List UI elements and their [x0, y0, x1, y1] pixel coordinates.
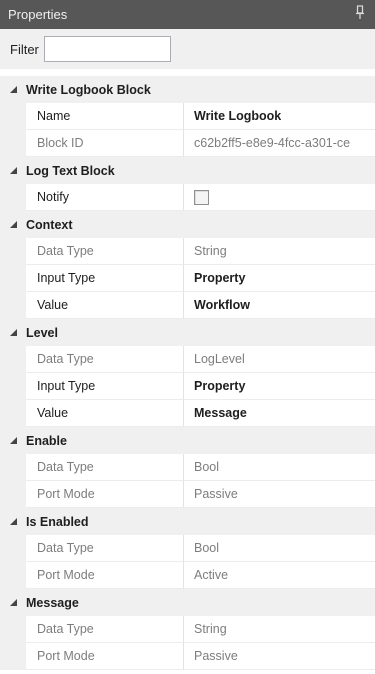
property-row[interactable]: Data Type String: [0, 616, 375, 643]
collapse-triangle-icon[interactable]: [0, 329, 26, 336]
property-name: Port Mode: [26, 562, 184, 589]
property-value[interactable]: Write Logbook: [184, 103, 375, 130]
row-gutter: [0, 238, 26, 265]
property-row[interactable]: Data Type LogLevel: [0, 346, 375, 373]
collapse-triangle-icon[interactable]: [0, 86, 26, 93]
property-value: [184, 184, 375, 211]
row-gutter: [0, 130, 26, 157]
property-name: Data Type: [26, 346, 184, 373]
property-row[interactable]: Value Message: [0, 400, 375, 427]
property-name: Input Type: [26, 373, 184, 400]
category-title: Level: [26, 325, 58, 340]
category-header[interactable]: Is Enabled: [0, 508, 375, 535]
row-gutter: [0, 184, 26, 211]
row-gutter: [0, 643, 26, 670]
property-name: Port Mode: [26, 643, 184, 670]
property-name: Notify: [26, 184, 184, 211]
property-name: Data Type: [26, 616, 184, 643]
category-title: Is Enabled: [26, 514, 89, 529]
property-value: String: [184, 616, 375, 643]
property-value: Passive: [184, 643, 375, 670]
property-value: LogLevel: [184, 346, 375, 373]
property-name: Port Mode: [26, 481, 184, 508]
property-name: Value: [26, 400, 184, 427]
property-name: Data Type: [26, 535, 184, 562]
property-value: String: [184, 238, 375, 265]
row-gutter: [0, 292, 26, 319]
property-value[interactable]: Workflow: [184, 292, 375, 319]
category-header[interactable]: Enable: [0, 427, 375, 454]
property-value[interactable]: Property: [184, 265, 375, 292]
row-gutter: [0, 373, 26, 400]
property-name: Value: [26, 292, 184, 319]
category-title: Enable: [26, 433, 67, 448]
property-row[interactable]: Name Write Logbook: [0, 103, 375, 130]
row-gutter: [0, 400, 26, 427]
collapse-triangle-icon[interactable]: [0, 221, 26, 228]
row-gutter: [0, 481, 26, 508]
row-gutter: [0, 103, 26, 130]
property-row[interactable]: Data Type Bool: [0, 535, 375, 562]
property-name: Block ID: [26, 130, 184, 157]
pin-icon[interactable]: [355, 5, 365, 21]
property-row[interactable]: Value Workflow: [0, 292, 375, 319]
filter-input[interactable]: [43, 36, 171, 62]
property-name: Data Type: [26, 454, 184, 481]
filter-label: Filter: [10, 41, 39, 57]
property-row[interactable]: Port Mode Passive: [0, 643, 375, 670]
collapse-triangle-icon[interactable]: [0, 599, 26, 606]
row-gutter: [0, 535, 26, 562]
collapse-triangle-icon[interactable]: [0, 167, 26, 174]
property-value: Passive: [184, 481, 375, 508]
property-row[interactable]: Notify: [0, 184, 375, 211]
property-row[interactable]: Data Type String: [0, 238, 375, 265]
category-header[interactable]: Level: [0, 319, 375, 346]
property-value: Bool: [184, 535, 375, 562]
property-row[interactable]: Data Type Bool: [0, 454, 375, 481]
collapse-triangle-icon[interactable]: [0, 518, 26, 525]
category-header[interactable]: Log Text Block: [0, 157, 375, 184]
property-row[interactable]: Input Type Property: [0, 265, 375, 292]
property-grid: Write Logbook Block Name Write Logbook Bloc…: [0, 76, 375, 670]
row-gutter: [0, 454, 26, 481]
property-row[interactable]: Block ID c62b2ff5-e8e9-4fcc-a301-ce: [0, 130, 375, 157]
panel-title: Properties: [8, 7, 68, 22]
row-gutter: [0, 265, 26, 292]
notify-checkbox[interactable]: [194, 189, 209, 205]
category-title: Message: [26, 595, 79, 610]
category-header[interactable]: Message: [0, 589, 375, 616]
property-row[interactable]: Port Mode Active: [0, 562, 375, 589]
property-value[interactable]: Property: [184, 373, 375, 400]
properties-title-bar: Properties: [0, 0, 375, 29]
property-value: Active: [184, 562, 375, 589]
property-row[interactable]: Port Mode Passive: [0, 481, 375, 508]
property-value: Bool: [184, 454, 375, 481]
category-title: Log Text Block: [26, 163, 115, 178]
property-name: Data Type: [26, 238, 184, 265]
category-title: Write Logbook Block: [26, 82, 151, 97]
category-title: Context: [26, 217, 73, 232]
category-header[interactable]: Write Logbook Block: [0, 76, 375, 103]
property-name: Input Type: [26, 265, 184, 292]
category-header[interactable]: Context: [0, 211, 375, 238]
filter-bar: Filter: [0, 29, 375, 69]
property-name: Name: [26, 103, 184, 130]
row-gutter: [0, 562, 26, 589]
property-value[interactable]: Message: [184, 400, 375, 427]
property-row[interactable]: Input Type Property: [0, 373, 375, 400]
row-gutter: [0, 346, 26, 373]
collapse-triangle-icon[interactable]: [0, 437, 26, 444]
row-gutter: [0, 616, 26, 643]
property-value: c62b2ff5-e8e9-4fcc-a301-ce: [184, 130, 375, 157]
